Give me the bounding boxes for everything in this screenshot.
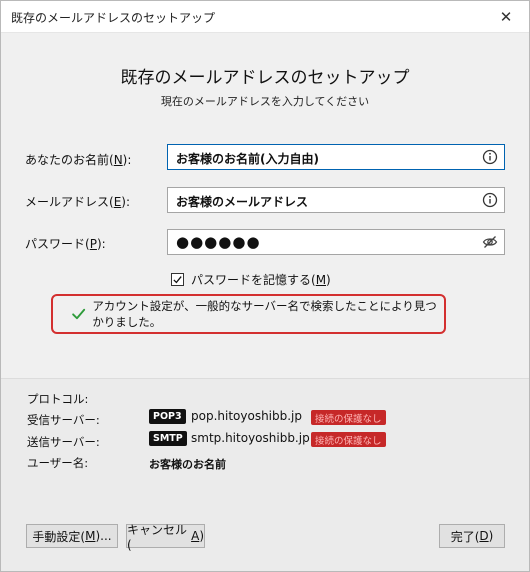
email-field[interactable]: お客様のメールアドレス — [167, 187, 505, 213]
info-icon[interactable] — [482, 149, 498, 165]
success-check-icon — [72, 308, 86, 320]
username-label: ユーザー名: — [27, 456, 89, 470]
title-bar: 既存のメールアドレスのセットアップ ✕ — [1, 1, 529, 33]
outgoing-security-warning-badge: 接続の保護なし — [311, 432, 386, 447]
status-message-box: アカウント設定が、一般的なサーバー名で検索したことにより見つかりました。 — [51, 294, 446, 334]
eye-slash-icon[interactable] — [482, 234, 498, 250]
incoming-server-host: pop.hitoyoshibb.jp — [191, 409, 303, 423]
checkmark-icon — [173, 276, 182, 284]
incoming-security-warning-badge: 接続の保護なし — [311, 410, 386, 425]
done-button[interactable]: 完了(D) — [439, 524, 505, 548]
password-field[interactable]: ●●●●●● — [167, 229, 505, 255]
protocol-label: プロトコル: — [27, 392, 89, 406]
status-message: アカウント設定が、一般的なサーバー名で検索したことにより見つかりました。 — [92, 299, 437, 329]
cancel-button[interactable]: キャンセル(A) — [126, 523, 205, 552]
manual-config-button[interactable]: 手動設定(M)... — [26, 524, 118, 548]
username-value: お客様のお名前 — [149, 458, 226, 471]
outgoing-protocol-badge: SMTP — [149, 431, 187, 446]
window-title: 既存のメールアドレスのセットアップ — [11, 11, 216, 25]
password-field-value: ●●●●●● — [176, 233, 261, 251]
page-title: 既存のメールアドレスのセットアップ — [120, 68, 410, 88]
incoming-protocol-badge: POP3 — [149, 409, 186, 424]
remember-password-checkbox[interactable] — [171, 273, 184, 286]
close-icon: ✕ — [499, 7, 513, 26]
close-button[interactable]: ✕ — [483, 1, 529, 32]
page-subtitle: 現在のメールアドレスを入力してください — [160, 95, 370, 108]
setup-dialog: 既存のメールアドレスのセットアップ ✕ 既存のメールアドレスのセットアップ 現在… — [0, 0, 530, 572]
name-field[interactable]: お客様のお名前(入力自由) — [167, 144, 505, 170]
name-label: あなたのお名前(N): — [25, 153, 132, 167]
remember-password-row[interactable]: パスワードを記憶する(M) — [171, 271, 331, 288]
info-icon[interactable] — [482, 192, 498, 208]
outgoing-server-label: 送信サーバー: — [27, 435, 100, 449]
incoming-server-label: 受信サーバー: — [27, 413, 100, 427]
password-label: パスワード(P): — [25, 237, 106, 251]
email-label: メールアドレス(E): — [25, 195, 131, 209]
email-field-value: お客様のメールアドレス — [176, 195, 309, 209]
server-info-panel: プロトコル: 受信サーバー: POP3 pop.hitoyoshibb.jp 接… — [1, 379, 529, 571]
name-field-value: お客様のお名前(入力自由) — [176, 152, 319, 166]
remember-password-label: パスワードを記憶する(M) — [191, 273, 331, 287]
outgoing-server-host: smtp.hitoyoshibb.jp — [191, 431, 310, 445]
